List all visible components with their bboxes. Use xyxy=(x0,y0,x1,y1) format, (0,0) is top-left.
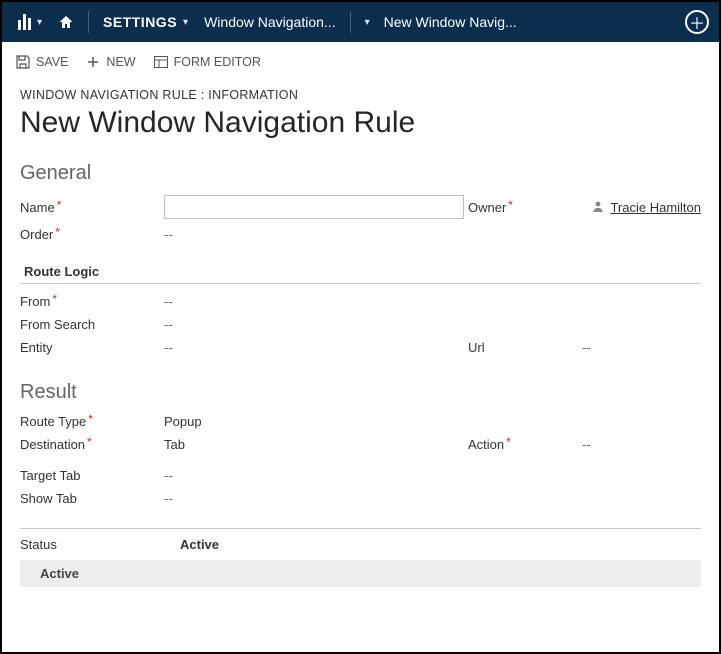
nav-separator xyxy=(88,11,89,33)
settings-menu[interactable]: SETTINGS ▾ xyxy=(97,2,194,42)
form-editor-button[interactable]: FORM EDITOR xyxy=(154,55,261,69)
breadcrumb-window-navigation[interactable]: Window Navigation... xyxy=(198,2,342,42)
from-value[interactable]: -- xyxy=(164,294,464,309)
chevron-down-icon: ▾ xyxy=(37,17,42,28)
route-type-label: Route Type xyxy=(20,414,160,429)
destination-label: Destination xyxy=(20,437,160,452)
breadcrumb-new-window-navigation[interactable]: New Window Navig... xyxy=(378,2,523,42)
home-button[interactable] xyxy=(52,2,80,42)
form-content: WINDOW NAVIGATION RULE : INFORMATION New… xyxy=(2,82,719,587)
new-button[interactable]: NEW xyxy=(86,55,135,69)
action-label: Action xyxy=(468,437,578,452)
from-label: From xyxy=(20,294,160,309)
section-route-logic: Route Logic xyxy=(20,260,701,284)
target-tab-value[interactable]: -- xyxy=(164,468,464,483)
record-type-crumb: WINDOW NAVIGATION RULE : INFORMATION xyxy=(20,88,701,102)
url-value[interactable]: -- xyxy=(582,340,701,355)
status-sub-value: Active xyxy=(20,560,701,587)
top-navbar: ▾ SETTINGS ▾ Window Navigation... ▾ New … xyxy=(2,2,719,42)
plus-icon xyxy=(86,55,100,69)
new-label: NEW xyxy=(106,55,135,69)
show-tab-label: Show Tab xyxy=(20,491,160,506)
route-type-value[interactable]: Popup xyxy=(164,414,464,429)
section-general: General xyxy=(20,162,701,185)
destination-value[interactable]: Tab xyxy=(164,437,464,452)
url-label: Url xyxy=(468,340,578,355)
entity-value[interactable]: -- xyxy=(164,340,464,355)
add-button[interactable]: ＋ xyxy=(685,10,709,34)
dynamics-logo-icon xyxy=(18,14,31,30)
name-label: Name xyxy=(20,200,160,215)
nav-separator xyxy=(350,11,351,33)
owner-label: Owner xyxy=(468,200,578,215)
save-button[interactable]: SAVE xyxy=(16,55,68,69)
action-value[interactable]: -- xyxy=(582,437,701,452)
home-icon xyxy=(58,14,74,30)
order-value[interactable]: -- xyxy=(164,227,464,242)
entity-label: Entity xyxy=(20,340,160,355)
logo-button[interactable]: ▾ xyxy=(12,2,48,42)
chevron-down-icon[interactable]: ▾ xyxy=(361,17,374,28)
plus-icon: ＋ xyxy=(689,10,705,34)
target-tab-label: Target Tab xyxy=(20,468,160,483)
page-title: New Window Navigation Rule xyxy=(20,106,701,140)
save-label: SAVE xyxy=(36,55,68,69)
show-tab-value[interactable]: -- xyxy=(164,491,464,506)
settings-label: SETTINGS xyxy=(103,14,177,30)
status-label: Status xyxy=(20,537,180,552)
owner-link[interactable]: Tracie Hamilton xyxy=(610,200,701,215)
breadcrumb-label: New Window Navig... xyxy=(384,14,517,30)
from-search-label: From Search xyxy=(20,317,160,332)
breadcrumb-label: Window Navigation... xyxy=(204,14,336,30)
form-editor-label: FORM EDITOR xyxy=(174,55,261,69)
name-input[interactable] xyxy=(164,195,464,219)
save-icon xyxy=(16,55,30,69)
from-search-value[interactable]: -- xyxy=(164,317,464,332)
order-label: Order xyxy=(20,227,160,242)
status-value: Active xyxy=(180,537,701,552)
section-result: Result xyxy=(20,381,701,404)
form-editor-icon xyxy=(154,55,168,69)
chevron-down-icon: ▾ xyxy=(183,17,188,28)
status-block: Status Active Active xyxy=(20,528,701,587)
user-icon xyxy=(592,200,604,215)
command-bar: SAVE NEW FORM EDITOR xyxy=(2,42,719,82)
